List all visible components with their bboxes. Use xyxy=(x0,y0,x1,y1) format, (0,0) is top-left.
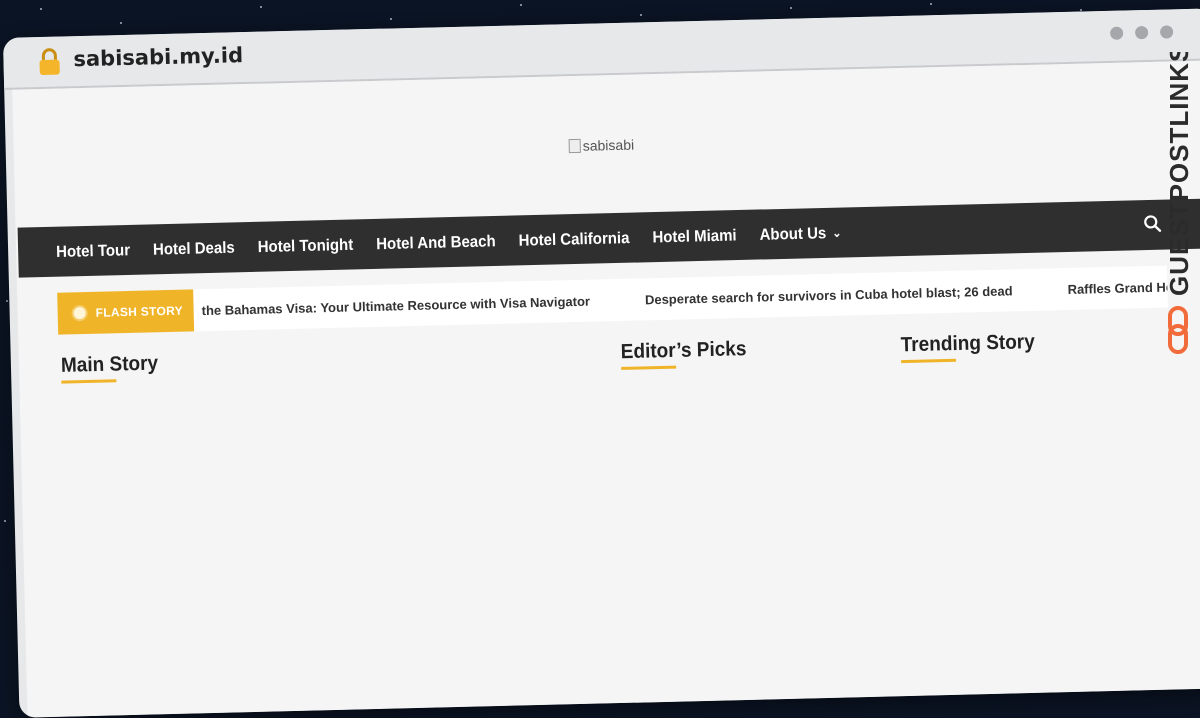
guestpostlinks-watermark: GUESTPOSTLINKS xyxy=(1164,52,1194,354)
nav-item-hotel-tour[interactable]: Hotel Tour xyxy=(56,241,130,261)
flash-dot-icon xyxy=(73,307,86,320)
ticker-item[interactable]: Desperate search for survivors in Cuba h… xyxy=(645,283,1013,307)
window-dot-icon[interactable] xyxy=(1159,25,1174,39)
broken-image-icon xyxy=(568,138,581,154)
section-underline xyxy=(621,365,677,370)
watermark-text: GUESTPOSTLINKS xyxy=(1164,52,1194,296)
ticker-item[interactable]: the Bahamas Visa: Your Ultimate Resource… xyxy=(201,293,590,317)
nav-item-hotel-deals[interactable]: Hotel Deals xyxy=(153,238,235,258)
section-underline xyxy=(61,379,117,384)
lock-icon xyxy=(39,48,60,75)
window-dot-icon[interactable] xyxy=(1134,25,1149,40)
site-logo[interactable]: sabisabi xyxy=(568,136,635,155)
section-title-main-story: Main Story xyxy=(60,352,159,378)
nav-item-hotel-and-beach[interactable]: Hotel And Beach xyxy=(376,232,496,253)
section-title-editors-picks: Editor’s Picks xyxy=(620,337,747,364)
logo-alt-text: sabisabi xyxy=(582,136,635,154)
ticker-item[interactable]: Raffles Grand Hote xyxy=(1067,279,1167,297)
nav-item-hotel-miami[interactable]: Hotel Miami xyxy=(652,226,737,246)
nav-item-hotel-california[interactable]: Hotel California xyxy=(518,229,629,250)
main-navigation: Hotel Tour Hotel Deals Hotel Tonight Hot… xyxy=(17,198,1200,278)
window-dot-icon[interactable] xyxy=(1109,26,1124,40)
flash-story-label: FLASH STORY xyxy=(95,303,184,320)
section-underline xyxy=(901,358,957,364)
nav-item-hotel-tonight[interactable]: Hotel Tonight xyxy=(257,235,353,256)
flash-story-ticker: FLASH STORY the Bahamas Visa: Your Ultim… xyxy=(57,265,1168,335)
url-text[interactable]: sabisabi.my.id xyxy=(73,43,243,71)
browser-window: sabisabi.my.id sabisabi Hotel Tour Hotel… xyxy=(2,8,1200,718)
flash-story-badge: FLASH STORY xyxy=(57,289,195,335)
window-controls xyxy=(1109,25,1174,40)
section-title-trending-story: Trending Story xyxy=(900,330,1036,357)
chevron-down-icon: ⌄ xyxy=(832,226,842,240)
page-content: sabisabi Hotel Tour Hotel Deals Hotel To… xyxy=(12,60,1200,718)
nav-item-about-us[interactable]: About Us ⌄ xyxy=(759,223,842,244)
chain-link-icon xyxy=(1168,306,1188,354)
